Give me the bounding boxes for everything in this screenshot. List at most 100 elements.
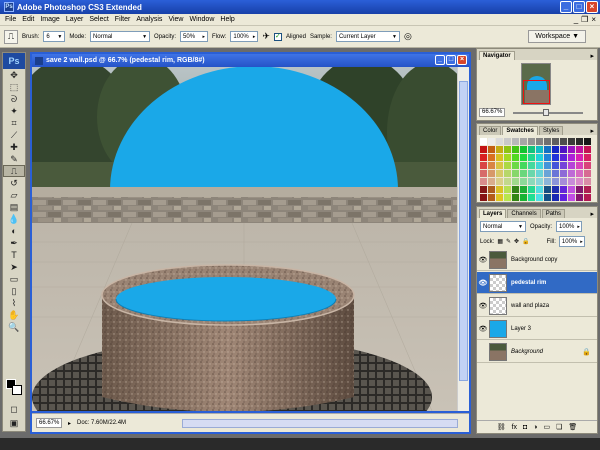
color-swatch[interactable]: [520, 170, 527, 177]
color-swatch[interactable]: [512, 186, 519, 193]
color-swatch[interactable]: [568, 186, 575, 193]
lock-position-icon[interactable]: ✥: [514, 238, 519, 245]
color-swatch[interactable]: [504, 154, 511, 161]
color-swatch[interactable]: [536, 146, 543, 153]
healing-brush-tool-icon[interactable]: ✚: [3, 141, 25, 153]
color-swatch[interactable]: [504, 162, 511, 169]
color-swatch[interactable]: [512, 178, 519, 185]
color-swatch[interactable]: [512, 194, 519, 201]
menu-view[interactable]: View: [165, 16, 186, 23]
eyedropper-tool-icon[interactable]: ⌇: [3, 297, 25, 309]
fill-field[interactable]: 100% ▸: [558, 236, 585, 247]
color-swatch[interactable]: [560, 146, 567, 153]
slice-tool-icon[interactable]: ⟋: [3, 129, 25, 141]
clone-stamp-tool-icon[interactable]: ⎍: [4, 29, 18, 44]
lock-transparent-icon[interactable]: ▦: [497, 238, 503, 245]
panel-menu-icon[interactable]: ▸: [590, 210, 594, 218]
ignore-adjustment-icon[interactable]: ◎: [404, 31, 412, 42]
color-swatch[interactable]: [576, 170, 583, 177]
color-swatch[interactable]: [552, 178, 559, 185]
color-swatch[interactable]: [560, 194, 567, 201]
color-swatch[interactable]: [576, 154, 583, 161]
color-swatch[interactable]: [576, 162, 583, 169]
color-swatch[interactable]: [528, 170, 535, 177]
crop-tool-icon[interactable]: ⌗: [3, 117, 25, 129]
color-swatch[interactable]: [488, 154, 495, 161]
color-swatch[interactable]: [528, 146, 535, 153]
navigator-slider-handle[interactable]: [543, 109, 549, 116]
pen-tool-icon[interactable]: ✒: [3, 237, 25, 249]
move-tool-icon[interactable]: ✥: [3, 69, 25, 81]
tab-layers[interactable]: Layers: [479, 209, 507, 218]
color-swatch[interactable]: [544, 154, 551, 161]
layer-row-layer-3[interactable]: 👁 Layer 3: [477, 318, 597, 340]
color-swatch[interactable]: [584, 154, 591, 161]
color-swatch[interactable]: [552, 138, 559, 145]
color-swatch[interactable]: [536, 170, 543, 177]
color-swatch[interactable]: [568, 194, 575, 201]
color-swatch[interactable]: [552, 162, 559, 169]
color-swatch[interactable]: [544, 162, 551, 169]
color-swatch[interactable]: [528, 194, 535, 201]
color-swatch[interactable]: [480, 170, 487, 177]
color-swatch[interactable]: [536, 178, 543, 185]
color-swatch[interactable]: [568, 162, 575, 169]
color-swatch[interactable]: [584, 138, 591, 145]
workspace-button[interactable]: Workspace ▼: [528, 30, 586, 43]
sample-select[interactable]: Current Layer ▼: [335, 31, 400, 42]
lasso-tool-icon[interactable]: ᘐ: [3, 93, 25, 105]
color-swatch[interactable]: [552, 170, 559, 177]
color-swatch[interactable]: [496, 178, 503, 185]
menu-edit[interactable]: Edit: [19, 16, 37, 23]
mode-select[interactable]: Normal ▼: [90, 31, 151, 42]
color-swatch[interactable]: [480, 194, 487, 201]
color-swatch[interactable]: [576, 178, 583, 185]
color-swatch[interactable]: [568, 146, 575, 153]
color-swatch[interactable]: [568, 138, 575, 145]
tab-channels[interactable]: Channels: [507, 209, 541, 218]
color-swatch[interactable]: [488, 194, 495, 201]
color-swatch[interactable]: [520, 154, 527, 161]
color-swatch[interactable]: [480, 146, 487, 153]
visibility-eye-icon[interactable]: 👁: [477, 325, 489, 333]
color-swatch[interactable]: [480, 178, 487, 185]
color-swatch[interactable]: [560, 162, 567, 169]
color-swatch[interactable]: [552, 154, 559, 161]
layer-row-pedestal-rim[interactable]: 👁 pedestal rim: [477, 272, 597, 294]
menu-file[interactable]: File: [2, 16, 19, 23]
panel-menu-icon[interactable]: ▸: [590, 52, 594, 60]
color-swatch[interactable]: [520, 138, 527, 145]
color-swatch[interactable]: [496, 138, 503, 145]
layer-row-background[interactable]: Background 🔒: [477, 341, 597, 363]
color-swatch[interactable]: [496, 162, 503, 169]
color-swatch[interactable]: [504, 178, 511, 185]
marquee-tool-icon[interactable]: ⬚: [3, 81, 25, 93]
menu-help[interactable]: Help: [217, 16, 237, 23]
color-swatch[interactable]: [488, 162, 495, 169]
navigator-thumbnail[interactable]: [521, 63, 551, 105]
doc-minimize-icon[interactable]: _: [574, 15, 578, 24]
color-swatch[interactable]: [496, 154, 503, 161]
tab-styles[interactable]: Styles: [539, 126, 564, 135]
color-swatch[interactable]: [560, 186, 567, 193]
color-swatch[interactable]: [504, 186, 511, 193]
menu-filter[interactable]: Filter: [112, 16, 134, 23]
screen-mode-icon[interactable]: ▣: [3, 417, 25, 429]
doc-restore-icon[interactable]: ❐: [581, 15, 588, 24]
color-swatch[interactable]: [552, 194, 559, 201]
color-swatch[interactable]: [512, 146, 519, 153]
color-swatch[interactable]: [504, 170, 511, 177]
type-tool-icon[interactable]: T: [3, 249, 25, 261]
color-swatch[interactable]: [488, 170, 495, 177]
color-swatch[interactable]: [584, 178, 591, 185]
menu-select[interactable]: Select: [86, 16, 111, 23]
minimize-button[interactable]: _: [560, 1, 572, 13]
trash-icon[interactable]: 🗑: [568, 423, 577, 431]
color-swatch[interactable]: [544, 170, 551, 177]
navigator-view-box[interactable]: [523, 80, 550, 104]
menu-layer[interactable]: Layer: [63, 16, 87, 23]
color-swatch[interactable]: [552, 186, 559, 193]
color-swatch[interactable]: [544, 178, 551, 185]
mask-icon[interactable]: ◘: [523, 424, 527, 431]
shape-tool-icon[interactable]: ▭: [3, 273, 25, 285]
